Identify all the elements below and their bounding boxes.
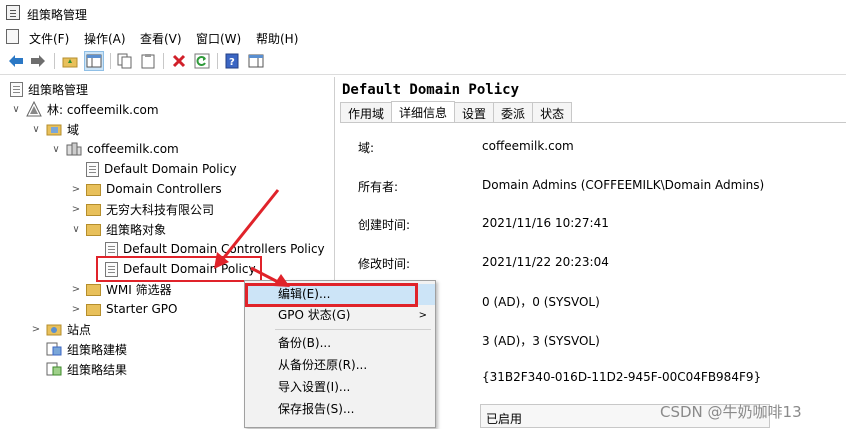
console-document-icon[interactable] bbox=[6, 29, 19, 44]
modified-label: 修改时间: bbox=[358, 257, 411, 271]
domain-icon bbox=[66, 142, 82, 156]
tree-node-sites[interactable]: > 站点 bbox=[30, 319, 91, 339]
help-book-icon: ? bbox=[225, 53, 239, 69]
menu-file[interactable]: 文件(F) bbox=[29, 30, 69, 47]
expanded-chevron-icon[interactable]: ∨ bbox=[50, 144, 62, 155]
forward-button[interactable] bbox=[28, 51, 48, 71]
svg-text:?: ? bbox=[229, 57, 235, 68]
tree-node-gp-results[interactable]: 组策略结果 bbox=[46, 359, 127, 379]
owner-label: 所有者: bbox=[358, 180, 399, 194]
paste-button[interactable] bbox=[138, 51, 158, 71]
menu-item-save-report[interactable]: 保存报告(S)... bbox=[245, 399, 435, 420]
gpmc-app-icon bbox=[6, 5, 20, 20]
action-pane-icon bbox=[248, 54, 264, 68]
tree-node-ou-company[interactable]: > 无穷大科技有限公司 bbox=[70, 199, 214, 219]
owner-value: Domain Admins (COFFEEMILK\Domain Admins) bbox=[482, 178, 765, 192]
paste-icon bbox=[141, 54, 155, 69]
modified-value: 2021/11/22 20:23:04 bbox=[482, 255, 609, 269]
tree-node-gpo-default-policy[interactable]: Default Domain Policy bbox=[96, 256, 262, 282]
gpo-icon bbox=[105, 241, 118, 257]
wmi-folder-icon bbox=[86, 284, 101, 296]
menu-window[interactable]: 窗口(W) bbox=[196, 30, 241, 47]
domain-label: 域: bbox=[358, 141, 375, 155]
delete-button[interactable] bbox=[169, 51, 189, 71]
back-button[interactable] bbox=[6, 51, 26, 71]
starter-gpo-folder-icon bbox=[86, 304, 101, 316]
forward-arrow-icon bbox=[31, 55, 45, 67]
detail-title: Default Domain Policy bbox=[342, 82, 520, 98]
menu-item-restore[interactable]: 从备份还原(R)... bbox=[245, 355, 435, 376]
ou-folder-icon bbox=[86, 204, 101, 216]
menu-item-import[interactable]: 导入设置(I)... bbox=[245, 377, 435, 398]
up-one-level-button[interactable] bbox=[60, 51, 80, 71]
gpmc-root-icon bbox=[10, 81, 23, 97]
tab-status[interactable]: 状态 bbox=[532, 102, 573, 122]
domain-value: coffeemilk.com bbox=[482, 139, 574, 153]
collapsed-chevron-icon[interactable]: > bbox=[30, 324, 42, 335]
gpo-container-folder-icon bbox=[86, 224, 101, 236]
console-tree-icon bbox=[86, 54, 102, 68]
help-button[interactable]: ? bbox=[222, 51, 242, 71]
modeling-icon bbox=[46, 342, 62, 356]
tab-details[interactable]: 详细信息 bbox=[391, 101, 456, 121]
annotation-box-edit bbox=[245, 283, 418, 307]
tree-node-forest[interactable]: ∨ 林: coffeemilk.com bbox=[10, 99, 159, 119]
domains-container-icon bbox=[46, 124, 62, 136]
show-hide-console-tree-button[interactable] bbox=[84, 51, 104, 71]
expanded-chevron-icon[interactable]: ∨ bbox=[30, 124, 42, 135]
watermark: CSDN @牛奶咖啡13 bbox=[660, 403, 802, 421]
menu-item-backup[interactable]: 备份(B)... bbox=[245, 333, 435, 354]
menu-help[interactable]: 帮助(H) bbox=[256, 30, 298, 47]
tree-node-gpo-objects[interactable]: ∨ 组策略对象 bbox=[70, 219, 166, 239]
copy-icon bbox=[117, 53, 132, 69]
refresh-button[interactable] bbox=[192, 51, 212, 71]
tab-scope[interactable]: 作用域 bbox=[340, 102, 393, 122]
collapsed-chevron-icon[interactable]: > bbox=[70, 304, 82, 315]
user-version-value: 0 (AD)，0 (SYSVOL) bbox=[482, 295, 600, 309]
forest-triangle-icon bbox=[26, 101, 42, 117]
tab-settings[interactable]: 设置 bbox=[454, 102, 495, 122]
collapsed-chevron-icon[interactable]: > bbox=[70, 204, 82, 215]
tree-node-gpo-dc-policy[interactable]: Default Domain Controllers Policy bbox=[105, 239, 325, 259]
back-arrow-icon bbox=[9, 55, 23, 67]
expanded-chevron-icon[interactable]: ∨ bbox=[10, 104, 22, 115]
computer-version-value: 3 (AD)，3 (SYSVOL) bbox=[482, 334, 600, 348]
window-title: 组策略管理 bbox=[27, 8, 88, 22]
menu-bar: 文件(F) 操作(A) 查看(V) 窗口(W) 帮助(H) bbox=[0, 26, 846, 48]
refresh-icon bbox=[194, 53, 210, 69]
tree-node-gpmc-root[interactable]: 组策略管理 bbox=[10, 79, 88, 99]
gpo-link-icon bbox=[86, 161, 99, 177]
toolbar: ? bbox=[0, 48, 846, 75]
menu-item-gpo-status[interactable]: GPO 状态(G) > bbox=[245, 305, 435, 326]
tree-node-domains[interactable]: ∨ 域 bbox=[30, 119, 79, 139]
created-label: 创建时间: bbox=[358, 218, 411, 232]
gpo-icon bbox=[105, 261, 118, 277]
tree-node-domain-controllers[interactable]: > Domain Controllers bbox=[70, 179, 222, 199]
delete-x-icon bbox=[172, 54, 186, 68]
folder-up-icon bbox=[62, 57, 78, 68]
unique-id-value: {31B2F340-016D-11D2-945F-00C04FB984F9} bbox=[482, 370, 762, 384]
menu-action[interactable]: 操作(A) bbox=[84, 30, 126, 47]
tree-node-default-domain-policy-link[interactable]: Default Domain Policy bbox=[86, 159, 237, 179]
results-icon bbox=[46, 362, 62, 376]
title-bar: 组策略管理 bbox=[0, 0, 846, 26]
created-value: 2021/11/16 10:27:41 bbox=[482, 216, 609, 230]
sites-icon bbox=[46, 324, 62, 336]
tree-node-starter-gpo[interactable]: > Starter GPO bbox=[70, 299, 177, 319]
collapsed-chevron-icon[interactable]: > bbox=[70, 284, 82, 295]
menu-view[interactable]: 查看(V) bbox=[140, 30, 182, 47]
collapsed-chevron-icon[interactable]: > bbox=[70, 184, 82, 195]
ou-folder-icon bbox=[86, 184, 101, 196]
tab-delegation[interactable]: 委派 bbox=[493, 102, 534, 122]
tree-node-domain[interactable]: ∨ coffeemilk.com bbox=[50, 139, 178, 159]
tree-node-gp-modeling[interactable]: 组策略建模 bbox=[46, 339, 127, 359]
detail-tabs: 作用域 详细信息 设置 委派 状态 bbox=[340, 101, 573, 122]
show-action-pane-button[interactable] bbox=[246, 51, 266, 71]
copy-button[interactable] bbox=[115, 51, 135, 71]
tree-node-wmi-filters[interactable]: > WMI 筛选器 bbox=[70, 279, 172, 299]
submenu-arrow-icon: > bbox=[418, 310, 427, 321]
expanded-chevron-icon[interactable]: ∨ bbox=[70, 224, 82, 235]
